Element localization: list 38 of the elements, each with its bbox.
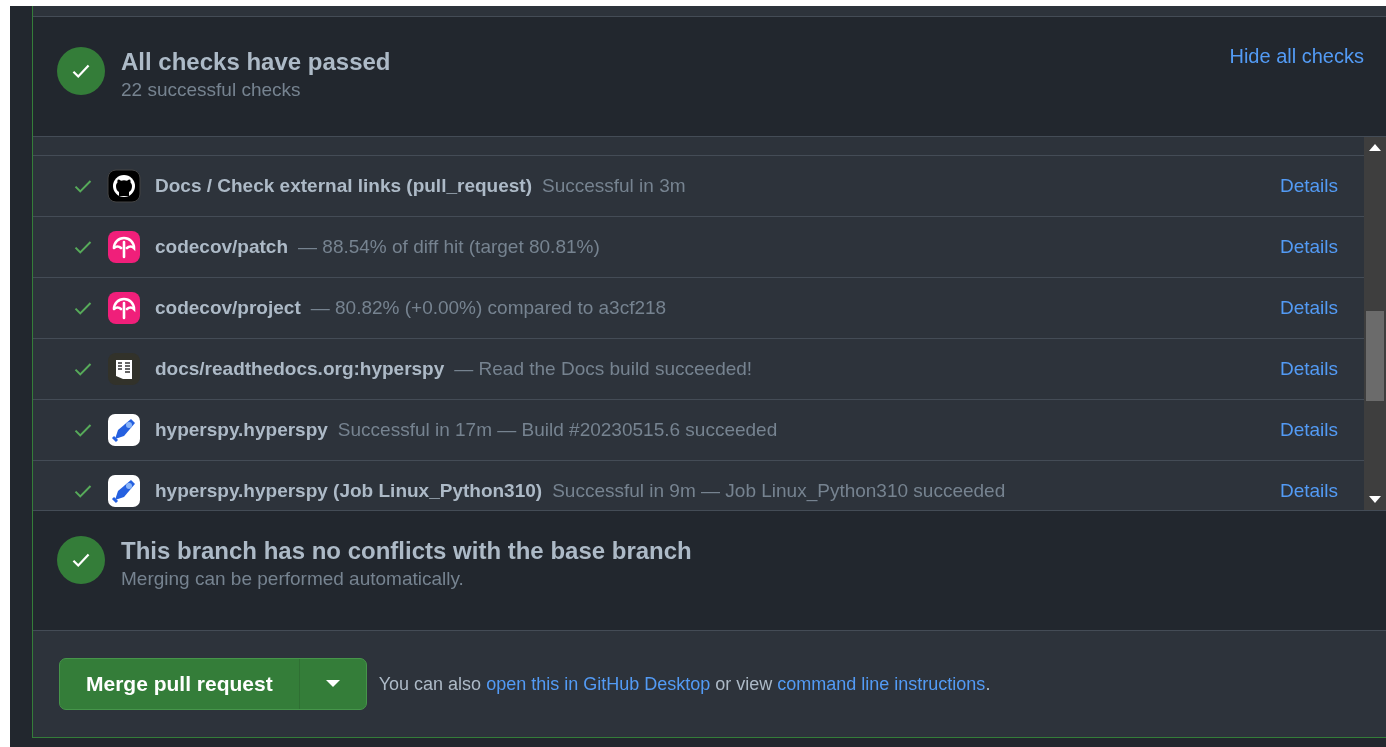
rocket-logo-icon [107,413,141,447]
check-name: codecov/patch [155,234,289,259]
check-name: hyperspy.hyperspy (Job Linux_Python310) [155,478,543,503]
check-count: 22 successful checks [121,78,302,102]
umbrella-logo-icon [107,291,141,325]
umbrella-logo-icon [107,230,141,264]
book-logo-icon [107,352,141,386]
check-description: — 88.54% of diff hit (target 80.81%) [298,234,600,259]
details-link[interactable]: Details [1279,415,1338,445]
desktop-link[interactable]: open this in GitHub Desktop [486,673,711,694]
section-title: All checks have passed [121,47,392,77]
details-link[interactable]: Details [1279,354,1338,384]
success-check-icon [57,536,105,584]
details-link[interactable]: Details [1279,476,1338,506]
rocket-logo-icon [107,474,141,508]
scrollbar-thumb[interactable] [1366,311,1384,401]
check-description: Successful in 9m — Job Linux_Python310 succeeded [552,478,1006,504]
section-title: This branch has no conflicts with the base branch [121,536,692,566]
details-link[interactable]: Details [1279,232,1338,262]
github-logo-icon [107,169,141,203]
instructions-link[interactable]: command line instructions [777,673,986,694]
check-name: docs/readthedocs.org:hyperspy [155,356,445,381]
scroll-up-icon[interactable] [1369,143,1381,151]
check-description: Successful in 3m [541,173,686,198]
check-description: — Read the Docs build succeeded! [454,356,753,381]
check-description: Successful in 17m — Build #20230515.6 succeeded [337,417,778,442]
scroll-down-icon[interactable] [1369,496,1381,504]
hide-checks-link[interactable]: Hide all checks [1229,41,1364,71]
details-link[interactable]: Details [1279,293,1338,323]
details-link[interactable]: Details [1279,171,1338,201]
success-check-icon [57,47,105,95]
merge-status-text: Merging can be performed automatically. [121,567,465,591]
merge-note: You can also open this in GitHub Desktop or view command line instructions. [378,672,991,696]
caret-icon [325,680,340,688]
check-name: hyperspy.hyperspy [155,417,328,442]
check-name: Docs / Check external links (pull_request) [155,173,532,198]
check-name: codecov/project [155,295,301,320]
check-description: — 80.82% (+0.00%) compared to a3cf218 [310,295,667,320]
